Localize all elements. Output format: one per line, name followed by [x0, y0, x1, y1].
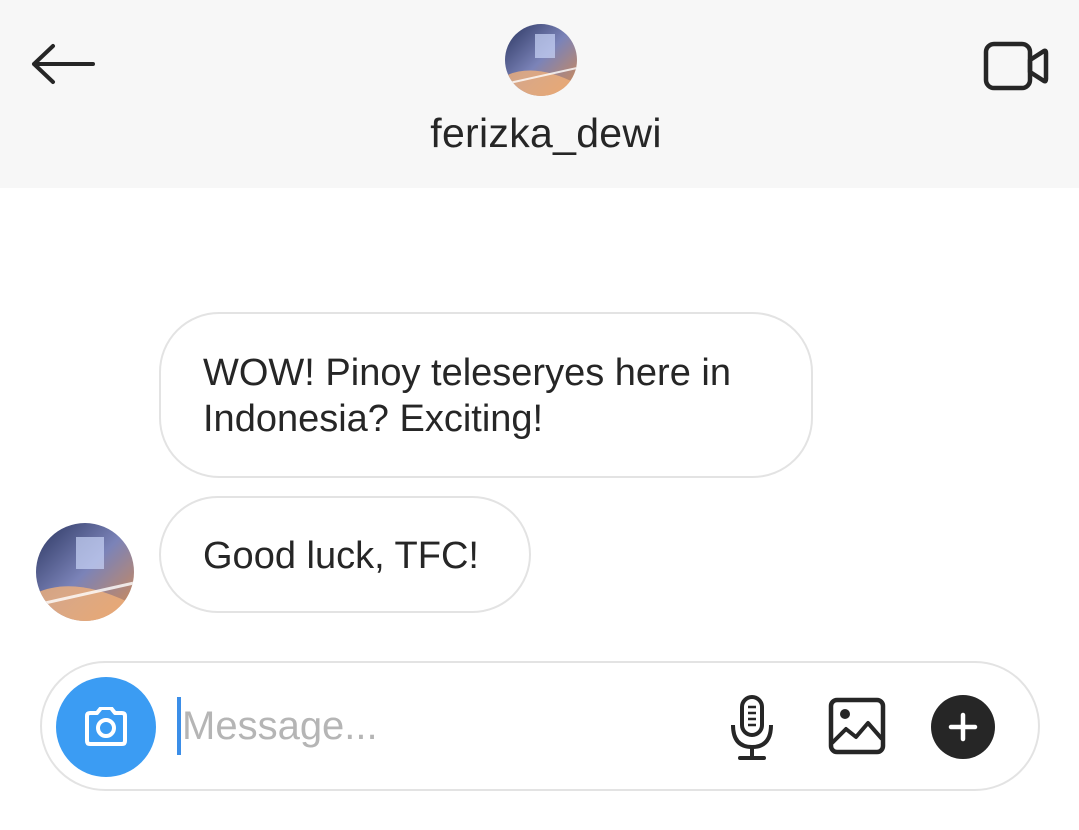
more-options-button[interactable] — [931, 695, 995, 759]
avatar-image — [36, 523, 134, 621]
plus-icon — [948, 712, 978, 742]
text-cursor — [177, 697, 181, 755]
image-gallery-icon — [828, 697, 886, 755]
message-text: WOW! Pinoy teleseryes here in Indonesia?… — [203, 352, 731, 440]
camera-icon — [85, 707, 127, 746]
header-avatar[interactable] — [505, 24, 577, 96]
conversation-username[interactable]: ferizka_dewi — [0, 110, 1079, 157]
camera-button[interactable] — [56, 677, 156, 777]
message-composer — [40, 661, 1040, 791]
chat-header: ferizka_dewi — [0, 0, 1079, 188]
message-bubble[interactable]: WOW! Pinoy teleseryes here in Indonesia?… — [159, 312, 813, 478]
microphone-icon — [731, 695, 773, 760]
message-input[interactable] — [182, 693, 712, 759]
voice-message-button[interactable] — [720, 693, 784, 763]
gallery-button[interactable] — [826, 695, 888, 757]
video-camera-icon — [983, 41, 1049, 91]
sender-avatar[interactable] — [36, 523, 134, 621]
avatar-image — [505, 24, 577, 96]
message-text: Good luck, TFC! — [203, 535, 479, 577]
message-bubble[interactable]: Good luck, TFC! — [159, 496, 531, 613]
video-call-button[interactable] — [980, 36, 1052, 96]
arrow-left-icon — [32, 44, 95, 84]
back-button[interactable] — [26, 36, 98, 92]
